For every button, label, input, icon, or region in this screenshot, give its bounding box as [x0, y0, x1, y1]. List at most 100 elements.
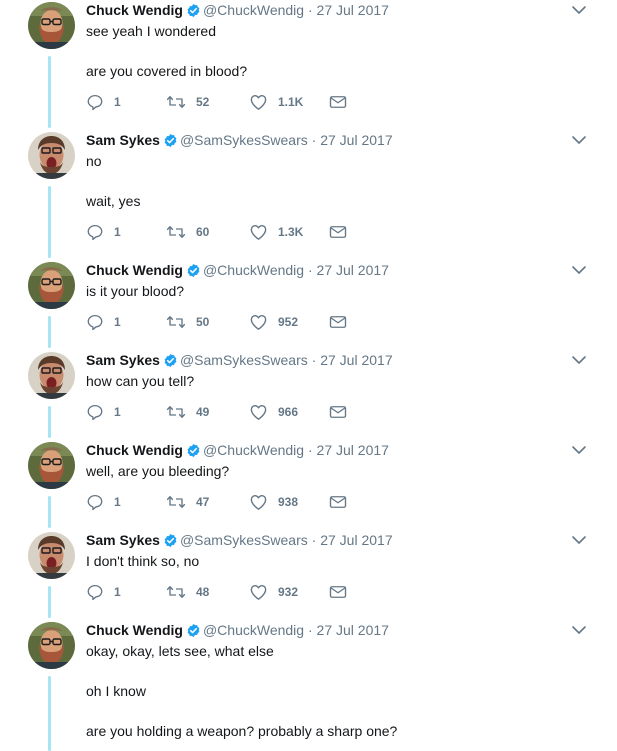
retweet-button[interactable]: 47 — [166, 492, 209, 512]
avatar[interactable] — [28, 442, 75, 489]
chevron-down-icon[interactable] — [571, 263, 587, 282]
tweet-date[interactable]: 27 Jul 2017 — [320, 532, 392, 548]
thread-line — [48, 406, 51, 438]
author-name[interactable]: Chuck Wendig — [86, 622, 183, 638]
tweet-header: Chuck Wendig @ChuckWendig · 27 Jul 2017 — [86, 260, 389, 283]
tweet-paragraph: well, are you bleeding? — [86, 463, 230, 479]
reply-button[interactable]: 1 — [86, 92, 121, 112]
author-handle[interactable]: @SamSykesSwears — [180, 532, 308, 548]
reply-button[interactable]: 1 — [86, 402, 121, 422]
reply-button[interactable]: 1 — [86, 582, 121, 602]
like-count: 1.3K — [278, 225, 304, 239]
tweet-paragraph: are you covered in blood? — [86, 63, 248, 79]
envelope-icon — [329, 314, 347, 330]
tweet-paragraph: oh I know — [86, 683, 146, 699]
like-button[interactable]: 952 — [249, 312, 298, 332]
dm-button[interactable] — [329, 492, 347, 512]
avatar[interactable] — [28, 132, 75, 179]
retweet-count: 49 — [196, 405, 210, 419]
tweet-header: Sam Sykes @SamSykesSwears · 27 Jul 2017 — [86, 530, 393, 553]
retweet-button[interactable]: 48 — [166, 582, 209, 602]
tweet-paragraph: are you holding a weapon? probably a sha… — [86, 723, 398, 739]
tweet-date[interactable]: 27 Jul 2017 — [317, 262, 389, 278]
separator-dot: · — [304, 622, 317, 638]
like-button[interactable]: 1.1K — [249, 92, 303, 112]
heart-icon — [249, 223, 268, 241]
author-handle[interactable]: @ChuckWendig — [203, 442, 304, 458]
dm-button[interactable] — [329, 312, 347, 332]
tweet-header: Sam Sykes @SamSykesSwears · 27 Jul 2017 — [86, 350, 393, 373]
retweet-icon — [166, 93, 186, 111]
avatar[interactable] — [28, 532, 75, 579]
dm-button[interactable] — [329, 582, 347, 602]
author-name[interactable]: Sam Sykes — [86, 532, 160, 548]
thread-line — [48, 316, 51, 348]
avatar[interactable] — [28, 2, 75, 49]
separator-dot: · — [304, 442, 317, 458]
tweet-date[interactable]: 27 Jul 2017 — [317, 442, 389, 458]
reply-button[interactable]: 1 — [86, 222, 121, 242]
heart-icon — [249, 403, 268, 421]
author-handle[interactable]: @SamSykesSwears — [180, 352, 308, 368]
avatar[interactable] — [28, 622, 75, 669]
dm-button[interactable] — [329, 222, 347, 242]
separator-dot: · — [307, 132, 321, 148]
tweet-header: Chuck Wendig @ChuckWendig · 27 Jul 2017 — [86, 620, 389, 643]
author-handle[interactable]: @ChuckWendig — [203, 2, 304, 18]
chevron-down-icon[interactable] — [571, 443, 587, 462]
verified-badge-icon — [186, 443, 201, 463]
like-button[interactable]: 966 — [249, 402, 298, 422]
dm-button[interactable] — [329, 92, 347, 112]
author-name[interactable]: Chuck Wendig — [86, 262, 183, 278]
like-button[interactable]: 1.3K — [249, 222, 303, 242]
retweet-icon — [166, 583, 186, 601]
tweet-date[interactable]: 27 Jul 2017 — [320, 132, 392, 148]
verified-badge-icon — [163, 133, 178, 153]
author-handle[interactable]: @ChuckWendig — [203, 262, 304, 278]
envelope-icon — [329, 494, 347, 510]
chevron-down-icon[interactable] — [571, 133, 587, 152]
tweet-date[interactable]: 27 Jul 2017 — [317, 2, 389, 18]
chevron-down-icon[interactable] — [571, 623, 587, 642]
tweet-date[interactable]: 27 Jul 2017 — [317, 622, 389, 638]
author-name[interactable]: Chuck Wendig — [86, 442, 183, 458]
like-count: 966 — [278, 405, 299, 419]
tweet-text: okay, okay, lets see, what else oh I kno… — [86, 641, 397, 741]
reply-icon — [86, 223, 104, 241]
chevron-down-icon[interactable] — [571, 353, 587, 372]
chevron-down-icon[interactable] — [571, 533, 587, 552]
separator-dot: · — [307, 352, 321, 368]
reply-count: 1 — [114, 405, 121, 419]
reply-icon — [86, 313, 104, 331]
retweet-button[interactable]: 49 — [166, 402, 209, 422]
verified-badge-icon — [163, 353, 178, 373]
avatar[interactable] — [28, 352, 75, 399]
author-name[interactable]: Chuck Wendig — [86, 2, 183, 18]
retweet-button[interactable]: 52 — [166, 92, 209, 112]
tweet-text: well, are you bleeding? — [86, 461, 229, 481]
author-handle[interactable]: @SamSykesSwears — [180, 132, 308, 148]
author-name[interactable]: Sam Sykes — [86, 352, 160, 368]
verified-badge-icon — [163, 533, 178, 553]
tweet-paragraph: see yeah I wondered — [86, 23, 216, 39]
thread-line — [48, 186, 51, 258]
avatar[interactable] — [28, 262, 75, 309]
retweet-button[interactable]: 50 — [166, 312, 209, 332]
separator-dot: · — [304, 2, 317, 18]
author-handle[interactable]: @ChuckWendig — [203, 622, 304, 638]
like-button[interactable]: 932 — [249, 582, 298, 602]
chevron-down-icon[interactable] — [571, 3, 587, 22]
thread-line — [48, 496, 51, 528]
retweet-count: 52 — [196, 95, 210, 109]
tweet-date[interactable]: 27 Jul 2017 — [320, 352, 392, 368]
reply-icon — [86, 93, 104, 111]
reply-button[interactable]: 1 — [86, 492, 121, 512]
like-count: 952 — [278, 315, 299, 329]
thread-line — [48, 586, 51, 618]
retweet-button[interactable]: 60 — [166, 222, 209, 242]
reply-button[interactable]: 1 — [86, 312, 121, 332]
author-name[interactable]: Sam Sykes — [86, 132, 160, 148]
dm-button[interactable] — [329, 402, 347, 422]
tweet-paragraph: wait, yes — [86, 193, 141, 209]
like-button[interactable]: 938 — [249, 492, 298, 512]
